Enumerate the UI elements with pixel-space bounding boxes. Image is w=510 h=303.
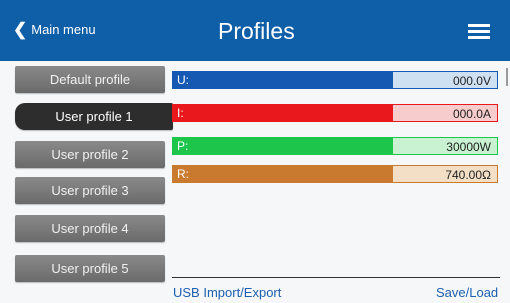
profile-item-user-5[interactable]: User profile 5	[15, 255, 165, 282]
profile-list: Default profile User profile 1 User prof…	[11, 65, 173, 285]
voltage-value: 000.0V	[392, 71, 498, 89]
voltage-label: U:	[172, 71, 392, 89]
profile-item-user-3[interactable]: User profile 3	[15, 177, 165, 204]
profile-item-label: User profile 2	[51, 147, 129, 162]
scrollbar[interactable]	[506, 68, 508, 86]
power-label: P:	[172, 137, 392, 155]
profile-item-label: User profile 4	[51, 221, 129, 236]
usb-import-export-link[interactable]: USB Import/Export	[173, 285, 281, 300]
profile-item-user-1[interactable]: User profile 1	[15, 103, 173, 130]
resistance-row[interactable]: R: 740.00Ω	[172, 165, 498, 183]
current-label: I:	[172, 104, 392, 122]
voltage-row[interactable]: U: 000.0V	[172, 71, 498, 89]
resistance-label: R:	[172, 165, 392, 183]
profile-item-user-2[interactable]: User profile 2	[15, 141, 165, 168]
profile-item-user-4[interactable]: User profile 4	[15, 215, 165, 242]
profile-values-panel: U: 000.0V I: 000.0A P: 30000W R: 740.00Ω	[172, 71, 502, 191]
profile-item-default[interactable]: Default profile	[15, 66, 165, 93]
profile-item-label: User profile 1	[55, 109, 133, 124]
hamburger-menu-icon[interactable]	[468, 24, 490, 40]
current-row[interactable]: I: 000.0A	[172, 104, 498, 122]
current-value: 000.0A	[392, 104, 498, 122]
back-label: Main menu	[31, 22, 96, 37]
profiles-screen: ❮ Main menu Profiles Default profile Use…	[0, 0, 510, 303]
power-row[interactable]: P: 30000W	[172, 137, 498, 155]
resistance-value: 740.00Ω	[392, 165, 498, 183]
back-button[interactable]: ❮ Main menu	[13, 20, 96, 40]
chevron-left-icon: ❮	[13, 20, 28, 39]
profile-item-label: Default profile	[49, 72, 131, 87]
page-title: Profiles	[218, 18, 295, 44]
header-bar: ❮ Main menu Profiles	[0, 0, 510, 61]
footer-divider	[172, 277, 500, 278]
profile-item-label: User profile 5	[51, 261, 129, 276]
power-value: 30000W	[392, 137, 498, 155]
profile-item-label: User profile 3	[51, 183, 129, 198]
save-load-link[interactable]: Save/Load	[436, 285, 498, 300]
